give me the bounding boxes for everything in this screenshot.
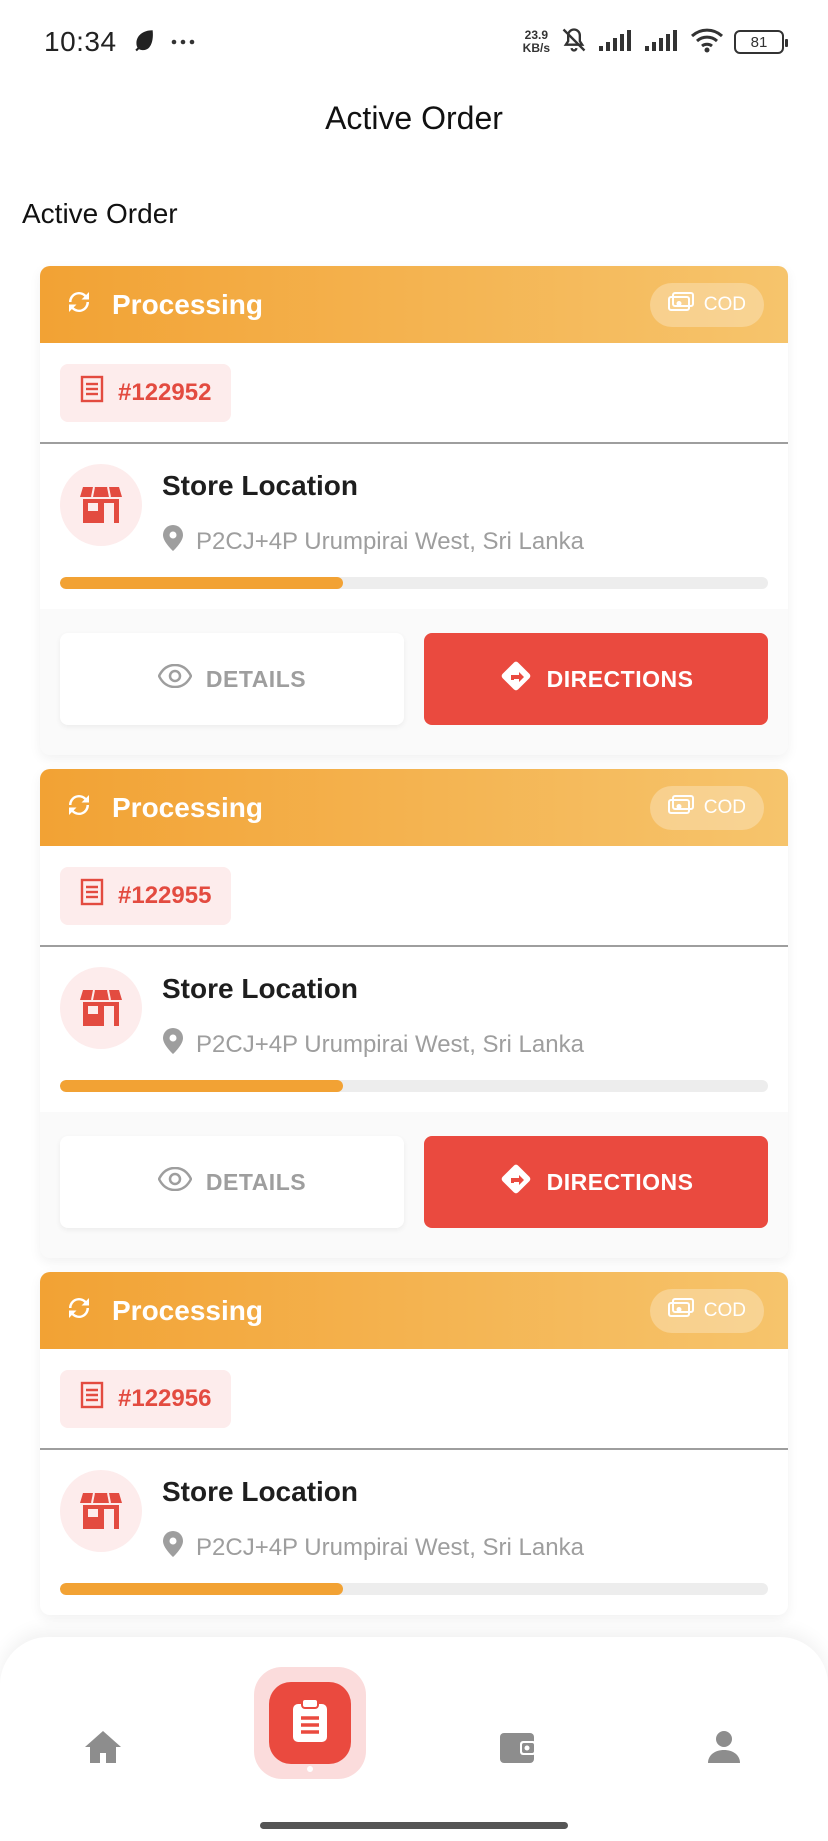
battery-indicator: 81: [734, 30, 788, 54]
eye-icon: [157, 1166, 193, 1197]
store-row: Store Location P2CJ+4P Urumpirai West, S…: [40, 947, 788, 1112]
details-label: DETAILS: [205, 1168, 307, 1195]
leaf-icon: [131, 27, 157, 58]
details-label: DETAILS: [205, 665, 307, 692]
bottom-navigation: [0, 1637, 828, 1841]
sync-icon: [64, 790, 94, 825]
nav-orders-active: [269, 1682, 351, 1772]
status-bar: 10:34 23.9 KB/s 81: [0, 0, 828, 84]
payment-method: COD: [703, 293, 746, 315]
store-icon: [60, 464, 142, 546]
nav-orders[interactable]: [254, 1667, 366, 1779]
sync-icon: [64, 287, 94, 322]
address-text: P2CJ+4P Urumpirai West, Sri Lanka: [196, 1533, 584, 1561]
payment-badge: COD: [649, 785, 764, 830]
order-card: Processing COD #122956 Store Location P2…: [40, 1272, 788, 1615]
payment-badge: COD: [649, 282, 764, 327]
address-text: P2CJ+4P Urumpirai West, Sri Lanka: [196, 1030, 584, 1058]
directions-icon: [499, 1162, 533, 1202]
store-address: P2CJ+4P Urumpirai West, Sri Lanka: [162, 524, 584, 559]
payment-method: COD: [703, 1299, 746, 1321]
eye-icon: [157, 663, 193, 694]
profile-icon: [706, 1729, 742, 1770]
home-indicator: [260, 1822, 568, 1829]
order-progress-fill: [60, 577, 344, 589]
status-time: 10:34: [44, 26, 117, 57]
details-button[interactable]: DETAILS: [60, 633, 404, 725]
order-progress-bar: [60, 1080, 768, 1092]
order-id-row: #122955: [40, 846, 788, 947]
order-progress-bar: [60, 577, 768, 589]
order-progress-bar: [60, 1583, 768, 1595]
page-title: Active Order: [325, 100, 503, 136]
wallet-icon: [498, 1729, 538, 1770]
receipt-icon: [80, 878, 104, 913]
order-id: #122952: [118, 378, 212, 406]
order-id: #122955: [118, 881, 212, 909]
store-icon: [60, 1470, 142, 1552]
order-status-header: Processing COD: [40, 769, 788, 846]
order-id-row: #122952: [40, 343, 788, 444]
order-progress-fill: [60, 1080, 344, 1092]
order-status: Processing: [112, 791, 263, 823]
store-icon: [60, 967, 142, 1049]
order-status: Processing: [112, 1294, 263, 1326]
nav-wallet[interactable]: [488, 1719, 548, 1779]
store-row: Store Location P2CJ+4P Urumpirai West, S…: [40, 444, 788, 609]
order-id-badge: #122952: [60, 363, 232, 422]
address-text: P2CJ+4P Urumpirai West, Sri Lanka: [196, 527, 584, 555]
directions-label: DIRECTIONS: [546, 1168, 694, 1195]
signal-icon-2: [644, 28, 680, 57]
order-id-row: #122956: [40, 1349, 788, 1450]
order-status: Processing: [112, 288, 263, 320]
directions-label: DIRECTIONS: [546, 665, 694, 692]
nav-profile[interactable]: [694, 1719, 754, 1779]
order-status-header: Processing COD: [40, 1272, 788, 1349]
order-id: #122956: [118, 1384, 212, 1412]
payment-method: COD: [703, 796, 746, 818]
more-dots-icon: [171, 33, 195, 51]
store-name: Store Location: [162, 973, 359, 1004]
order-id-badge: #122956: [60, 1369, 232, 1428]
cash-icon: [667, 291, 694, 318]
order-actions: DETAILS DIRECTIONS: [40, 609, 788, 755]
signal-icon: [598, 28, 634, 57]
cash-icon: [667, 1297, 694, 1324]
store-address: P2CJ+4P Urumpirai West, Sri Lanka: [162, 1530, 584, 1565]
location-pin-icon: [162, 524, 184, 559]
orders-clipboard-icon: [290, 1697, 330, 1749]
network-speed: 23.9 KB/s: [522, 28, 550, 55]
order-actions: DETAILS DIRECTIONS: [40, 1112, 788, 1258]
directions-icon: [499, 659, 533, 699]
active-indicator-dot: [307, 1766, 313, 1772]
receipt-icon: [80, 375, 104, 410]
order-id-badge: #122955: [60, 866, 232, 925]
location-pin-icon: [162, 1530, 184, 1565]
bell-muted-icon: [560, 26, 588, 59]
store-name: Store Location: [162, 470, 359, 501]
home-icon: [83, 1729, 123, 1770]
order-card: Processing COD #122952 Store Location P2…: [40, 266, 788, 755]
order-card: Processing COD #122955 Store Location P2…: [40, 769, 788, 1258]
store-row: Store Location P2CJ+4P Urumpirai West, S…: [40, 1450, 788, 1615]
order-progress-fill: [60, 1583, 344, 1595]
wifi-icon: [690, 27, 724, 58]
directions-button[interactable]: DIRECTIONS: [424, 1136, 768, 1228]
receipt-icon: [80, 1381, 104, 1416]
store-name: Store Location: [162, 1476, 359, 1507]
store-address: P2CJ+4P Urumpirai West, Sri Lanka: [162, 1027, 584, 1062]
details-button[interactable]: DETAILS: [60, 1136, 404, 1228]
location-pin-icon: [162, 1027, 184, 1062]
directions-button[interactable]: DIRECTIONS: [424, 633, 768, 725]
payment-badge: COD: [649, 1288, 764, 1333]
cash-icon: [667, 794, 694, 821]
nav-home[interactable]: [73, 1719, 133, 1779]
order-status-header: Processing COD: [40, 266, 788, 343]
sync-icon: [64, 1293, 94, 1328]
section-title: Active Order: [22, 198, 178, 229]
